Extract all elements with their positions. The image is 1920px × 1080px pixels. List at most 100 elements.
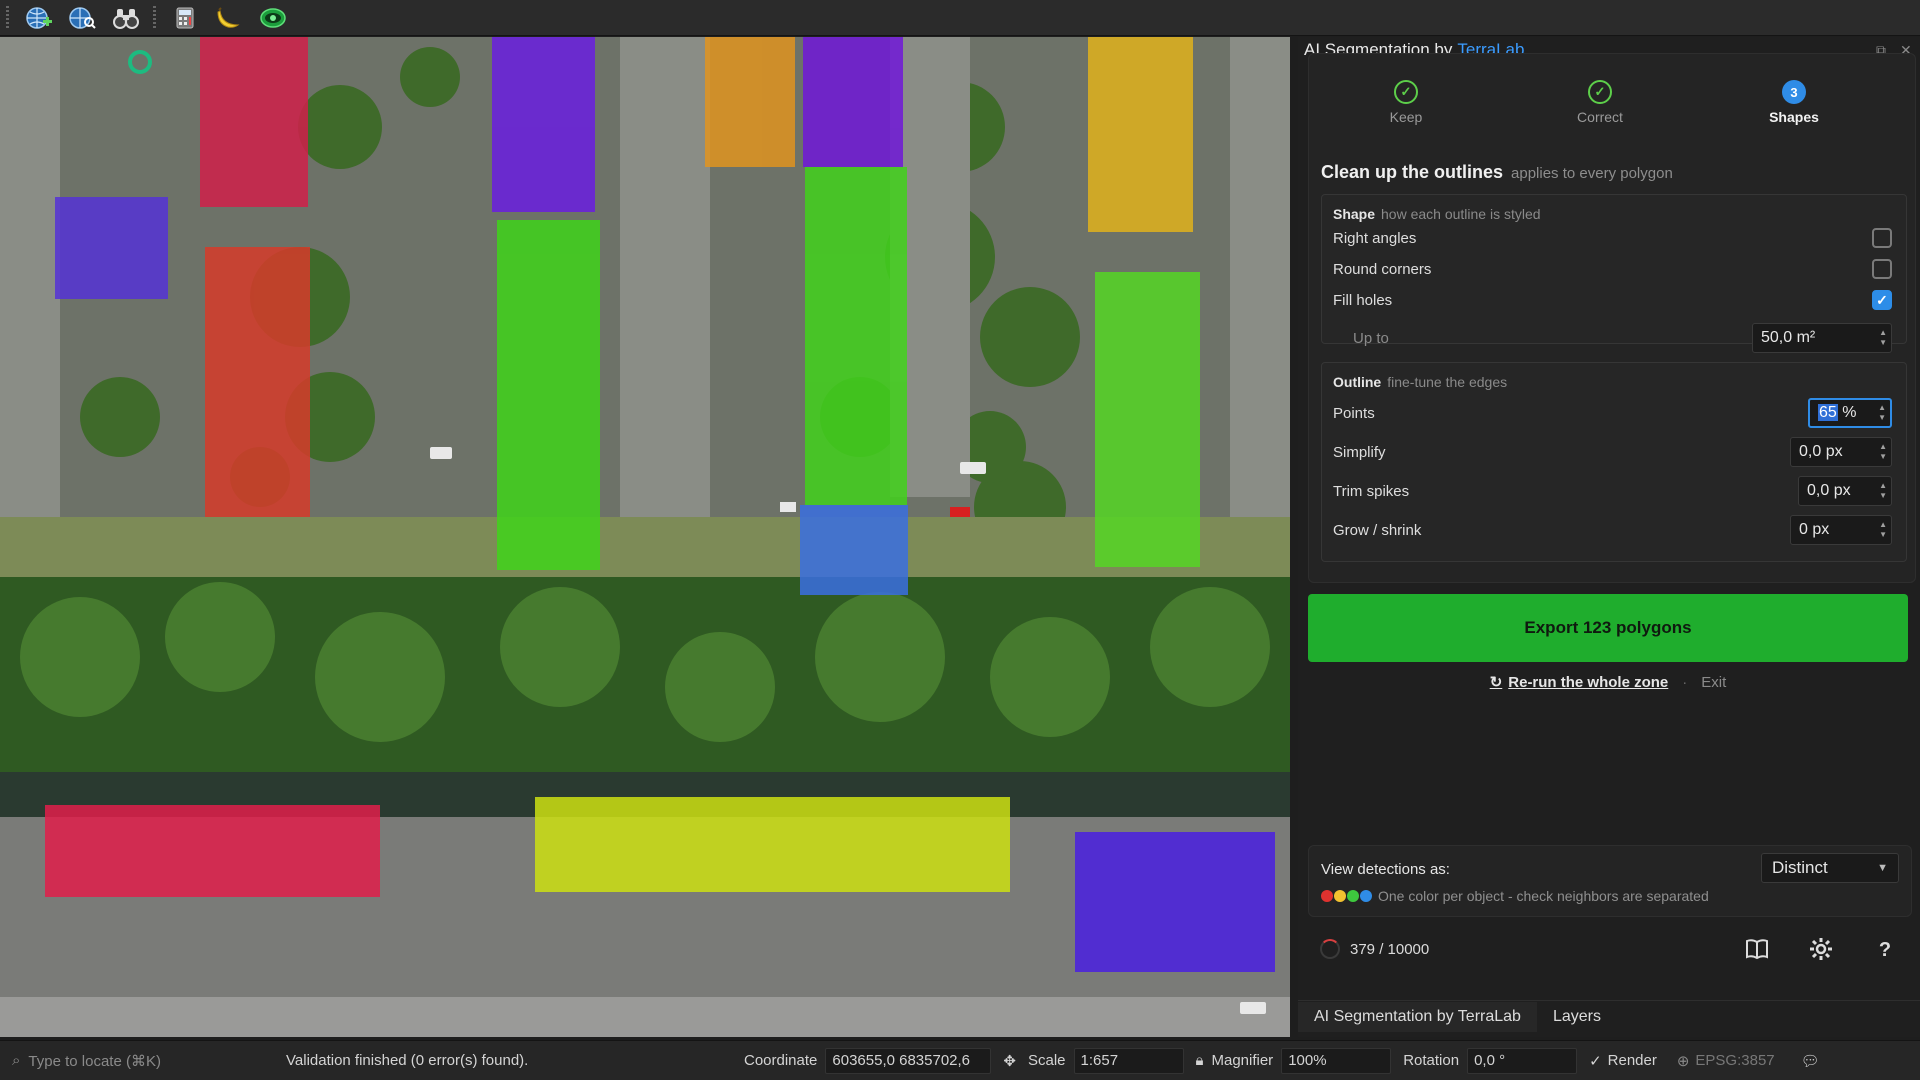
- main-toolbar: [0, 0, 1920, 36]
- rerun-zone-link[interactable]: ↻ Re-run the whole zone: [1490, 673, 1669, 692]
- usage-row: 379 / 10000 ?: [1308, 933, 1912, 965]
- scale-combobox[interactable]: 1:657: [1073, 1047, 1184, 1074]
- up-to-row: Up to 50,0 m² ▲ ▼: [1333, 322, 1892, 354]
- coordinate-field[interactable]: 603655,0 6835702,6: [825, 1047, 992, 1074]
- render-check-icon[interactable]: ✓: [1589, 1052, 1602, 1070]
- section-hint: applies to every polygon: [1511, 165, 1673, 182]
- help-icon[interactable]: ?: [1872, 936, 1898, 962]
- usage-count: 379 / 10000: [1350, 940, 1430, 958]
- points-label: Points: [1333, 404, 1375, 422]
- points-spinbox[interactable]: 65 % ▲ ▼: [1808, 398, 1892, 428]
- view-mode-select[interactable]: Distinct ▼: [1761, 853, 1899, 883]
- grow-shrink-value: 0 px: [1799, 521, 1830, 538]
- export-polygons-button[interactable]: Export 123 polygons: [1308, 594, 1908, 662]
- shape-group: Shape how each outline is styled Right an…: [1321, 194, 1907, 353]
- grow-shrink-spinbox[interactable]: 0 px ▲ ▼: [1790, 515, 1892, 545]
- search-web-layer-button[interactable]: [65, 3, 99, 33]
- round-corners-row: Round corners: [1333, 257, 1892, 281]
- binoculars-button[interactable]: [109, 3, 143, 33]
- spin-arrows-icon[interactable]: ▲ ▼: [1879, 442, 1887, 462]
- view-hint: One color per object - check neighbors a…: [1321, 888, 1709, 904]
- step-correct[interactable]: ✓ Correct: [1540, 80, 1660, 125]
- simplify-row: Simplify 0,0 px ▲ ▼: [1333, 436, 1892, 468]
- outline-group: Outline fine-tune the edges Points 65 % ▲…: [1321, 362, 1907, 562]
- segmentation-panel: AI Segmentation by TerraLab ⧉ ✕ ✓ Keep ✓…: [1298, 37, 1920, 1037]
- spin-arrows-icon[interactable]: ▲ ▼: [1879, 328, 1887, 348]
- trim-spikes-label: Trim spikes: [1333, 482, 1410, 500]
- spin-arrows-icon[interactable]: ▲ ▼: [1879, 520, 1887, 540]
- gear-icon[interactable]: [1808, 936, 1834, 962]
- calculator-icon: [176, 7, 194, 28]
- simplify-label: Simplify: [1333, 443, 1386, 461]
- check-icon: ✓: [1588, 80, 1612, 104]
- spin-arrows-icon[interactable]: ▲ ▼: [1878, 403, 1886, 423]
- magnifier-spinbox[interactable]: 100%: [1281, 1047, 1392, 1074]
- step-keep[interactable]: ✓ Keep: [1346, 80, 1466, 125]
- section-title: Clean up the outlines applies to every po…: [1321, 162, 1673, 182]
- crs-button[interactable]: EPSG:3857: [1695, 1052, 1774, 1069]
- up-to-label: Up to: [1353, 329, 1389, 347]
- locator-bar[interactable]: ⌕ Type to locate (⌘K): [12, 1046, 274, 1076]
- search-web-layer-icon: [69, 6, 96, 29]
- eye-plugin-button[interactable]: [256, 3, 290, 33]
- fill-holes-label: Fill holes: [1333, 291, 1393, 309]
- rotation-spinbox[interactable]: 0,0 °: [1467, 1047, 1578, 1074]
- step-shapes[interactable]: 3 Shapes: [1734, 80, 1854, 125]
- calculator-button[interactable]: [168, 3, 202, 33]
- up-to-spinbox[interactable]: 50,0 m² ▲ ▼: [1752, 323, 1892, 353]
- add-web-layer-icon: [26, 6, 52, 29]
- right-angles-checkbox[interactable]: [1872, 228, 1892, 248]
- simplify-spinbox[interactable]: 0,0 px ▲ ▼: [1790, 437, 1892, 467]
- color-dot: [1321, 890, 1333, 902]
- status-message: Validation finished (0 error(s) found).: [286, 1052, 529, 1069]
- points-value: 65: [1818, 404, 1838, 421]
- round-corners-label: Round corners: [1333, 260, 1432, 278]
- locator-placeholder: Type to locate (⌘K): [28, 1052, 161, 1070]
- panel-splitter[interactable]: [1290, 37, 1298, 1037]
- view-detections-label: View detections as:: [1321, 861, 1450, 878]
- up-to-value: 50,0 m²: [1761, 329, 1816, 346]
- fill-holes-checkbox[interactable]: ✓: [1872, 290, 1892, 310]
- points-unit: %: [1842, 404, 1857, 421]
- messages-icon[interactable]: 💬︎: [1801, 1052, 1820, 1070]
- round-corners-checkbox[interactable]: [1872, 259, 1892, 279]
- view-detections-card: View detections as: Distinct ▼ One color…: [1308, 845, 1912, 917]
- shape-group-title: Shape how each outline is styled: [1333, 206, 1541, 222]
- color-dot: [1347, 890, 1359, 902]
- color-dot: [1360, 890, 1372, 902]
- tab-layers[interactable]: Layers: [1537, 1002, 1617, 1032]
- toolbar-grip[interactable]: [6, 5, 9, 30]
- toolbar-grip-2[interactable]: [153, 5, 156, 30]
- check-icon: ✓: [1394, 80, 1418, 104]
- separator-dot: ·: [1682, 673, 1688, 691]
- map-canvas[interactable]: [0, 37, 1290, 1037]
- extents-toggle-icon[interactable]: ✥: [1003, 1052, 1016, 1070]
- status-bar: ⌕ Type to locate (⌘K) Validation finishe…: [0, 1040, 1920, 1080]
- lock-icon[interactable]: 🔒︎: [1196, 1052, 1204, 1069]
- fill-holes-row: Fill holes ✓: [1333, 288, 1892, 312]
- grow-shrink-row: Grow / shrink 0 px ▲ ▼: [1333, 514, 1892, 546]
- exit-link[interactable]: Exit: [1701, 674, 1726, 691]
- usage-progress-ring: [1320, 939, 1340, 959]
- right-angles-row: Right angles: [1333, 226, 1892, 250]
- color-dots-icon: [1321, 890, 1372, 902]
- banana-icon: [217, 6, 240, 28]
- book-icon[interactable]: [1744, 936, 1770, 962]
- right-angles-label: Right angles: [1333, 229, 1417, 247]
- aerial-imagery-with-segmentation: [0, 37, 1290, 1037]
- trim-spikes-row: Trim spikes 0,0 px ▲ ▼: [1333, 475, 1892, 507]
- step-keep-label: Keep: [1389, 109, 1423, 125]
- search-icon: ⌕: [12, 1052, 21, 1069]
- binoculars-icon: [113, 8, 139, 29]
- step-shapes-label: Shapes: [1769, 109, 1819, 125]
- simplify-value: 0,0 px: [1799, 443, 1843, 460]
- coordinate-label: Coordinate: [744, 1052, 818, 1069]
- rotation-label: Rotation: [1403, 1052, 1460, 1069]
- spin-arrows-icon[interactable]: ▲ ▼: [1879, 481, 1887, 501]
- add-web-layer-button[interactable]: [21, 3, 55, 33]
- banana-button[interactable]: [212, 3, 246, 33]
- dock-tab-bar: AI Segmentation by TerraLab Layers: [1298, 1000, 1920, 1032]
- trim-spikes-spinbox[interactable]: 0,0 px ▲ ▼: [1798, 476, 1892, 506]
- tab-ai-segmentation[interactable]: AI Segmentation by TerraLab: [1298, 1001, 1537, 1032]
- render-label: Render: [1607, 1052, 1657, 1069]
